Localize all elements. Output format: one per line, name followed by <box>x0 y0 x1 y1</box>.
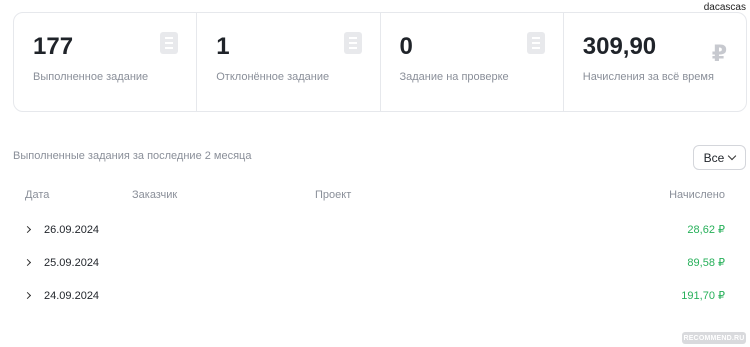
table-body: 26.09.2024 28,62 ₽ 25.09.2024 89,58 ₽ 24… <box>13 213 747 312</box>
chevron-right-icon[interactable] <box>23 291 32 300</box>
chevron-right-icon[interactable] <box>23 258 32 267</box>
history-title: Выполненные задания за последние 2 месяц… <box>13 150 252 162</box>
row-amount: 28,62 ₽ <box>687 224 725 236</box>
stat-label: Задание на проверке <box>399 71 509 83</box>
column-header-date[interactable]: Дата <box>13 189 132 205</box>
document-icon <box>526 32 545 54</box>
stat-in-review: 0 Задание на проверке <box>381 13 564 111</box>
watermark: RECOMMEND.RU <box>682 332 746 344</box>
stat-label: Отклонённое задание <box>216 71 330 83</box>
table-header: Дата Заказчик Проект Начислено <box>13 189 747 205</box>
row-amount: 191,70 ₽ <box>681 290 725 302</box>
stat-label: Начисления за всё время <box>582 71 714 83</box>
row-date-cell: 24.09.2024 <box>13 290 132 302</box>
stat-earnings-total: 309,90 Начисления за всё время ₽ <box>564 13 746 111</box>
table-row[interactable]: 26.09.2024 28,62 ₽ <box>13 213 747 246</box>
row-date-cell: 26.09.2024 <box>13 224 132 236</box>
document-icon <box>160 32 179 54</box>
column-header-client[interactable]: Заказчик <box>132 189 315 205</box>
ruble-icon: ₽ <box>711 41 727 66</box>
stat-rejected: 1 Отклонённое задание <box>197 13 381 111</box>
document-icon <box>343 32 362 54</box>
stat-completed: 177 Выполненное задание <box>14 13 198 111</box>
history-table: Дата Заказчик Проект Начислено 26.09.202… <box>13 189 747 312</box>
row-amount: 89,58 ₽ <box>687 257 725 269</box>
row-date: 24.09.2024 <box>44 289 100 302</box>
chevron-right-icon[interactable] <box>23 225 32 234</box>
chevron-down-icon <box>728 151 737 161</box>
column-header-project[interactable]: Проект <box>315 189 615 205</box>
stat-label: Выполненное задание <box>33 71 149 83</box>
column-header-amount[interactable]: Начислено <box>615 189 725 205</box>
table-row[interactable]: 25.09.2024 89,58 ₽ <box>13 246 747 279</box>
table-row[interactable]: 24.09.2024 191,70 ₽ <box>13 279 747 312</box>
row-date-cell: 25.09.2024 <box>13 257 132 269</box>
filter-selected-value: Все <box>703 150 725 165</box>
period-filter-dropdown[interactable]: Все <box>693 145 746 170</box>
stats-panel: 177 Выполненное задание 1 Отклонённое за… <box>13 12 747 112</box>
row-date: 25.09.2024 <box>44 256 100 269</box>
row-date: 26.09.2024 <box>44 223 100 236</box>
